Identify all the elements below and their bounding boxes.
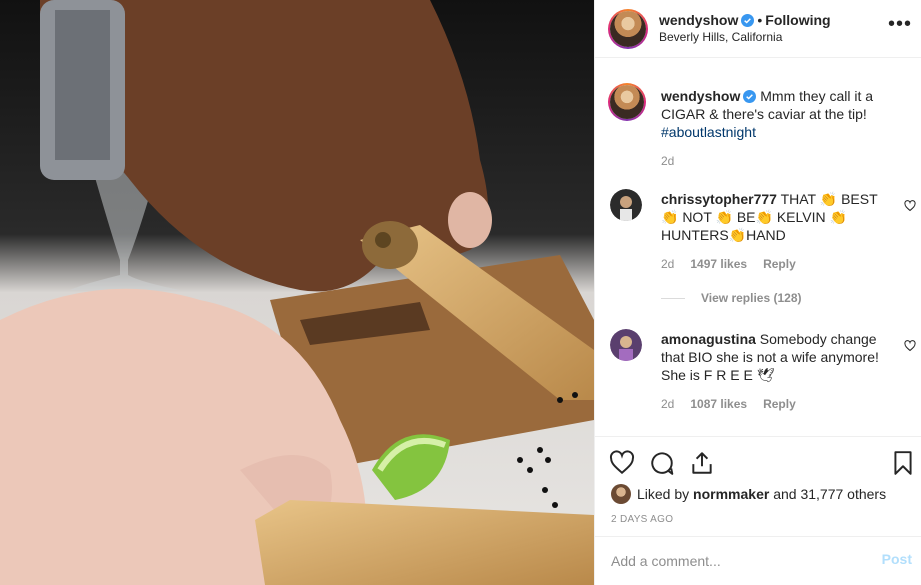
post-photo[interactable] [0,0,594,585]
more-dots-icon[interactable]: ••• [888,14,912,34]
comment-bubble-icon[interactable] [649,450,675,476]
comment-item: amonagustina Somebody change that BIO sh… [661,330,893,384]
header-user-line: wendyshow • Following [659,12,831,30]
author-username[interactable]: wendyshow [659,12,738,28]
following-button[interactable]: Following [765,12,830,28]
likes-summary[interactable]: Liked by normmaker and 31,777 others [611,484,886,504]
comment-time[interactable]: 2d [661,397,674,411]
bookmark-icon[interactable] [890,450,916,476]
post-date: 2 DAYS AGO [611,514,674,525]
post-location[interactable]: Beverly Hills, California [659,30,782,44]
post-photo-image [0,0,594,585]
liker-username[interactable]: normmaker [693,486,769,502]
likes-prefix: Liked by [637,486,694,502]
separator-dot: • [757,12,763,28]
comment-likes[interactable]: 1087 likes [690,397,747,411]
share-icon[interactable] [689,450,715,476]
comment-username[interactable]: amonagustina [661,331,756,347]
post-detail-panel: wendyshow • Following Beverly Hills, Calif… [594,0,921,585]
comment-like-heart-icon[interactable] [904,200,916,212]
action-bar [595,436,921,486]
author-avatar[interactable] [608,9,648,49]
comments-list[interactable]: wendyshow Mmm they call it a CIGAR & the… [595,59,921,436]
post-header: wendyshow • Following Beverly Hills, Calif… [595,0,921,58]
comment-username[interactable]: chrissytopher777 [661,191,777,207]
caption-time[interactable]: 2d [661,154,674,168]
liker-avatar [611,484,631,504]
comment-avatar[interactable] [610,329,642,361]
comment-reply-button[interactable]: Reply [763,257,796,271]
comment-likes[interactable]: 1497 likes [690,257,747,271]
comment-avatar[interactable] [610,189,642,221]
caption-avatar[interactable] [608,83,646,121]
verified-badge-icon [743,90,757,103]
caption: wendyshow Mmm they call it a CIGAR & the… [661,87,907,141]
comment-time[interactable]: 2d [661,257,674,271]
view-replies-button[interactable]: View replies (128) [661,291,802,305]
caption-hashtag[interactable]: #aboutlastnight [661,124,756,140]
comment-reply-button[interactable]: Reply [763,397,796,411]
comment-item: chrissytopher777 THAT 👏 BEST 👏 NOT 👏 BE👏… [661,190,893,244]
post-button[interactable]: Post [882,551,912,567]
add-comment-bar: Post [595,536,921,585]
verified-badge-icon [741,14,755,27]
comment-meta: 2d 1087 likes Reply [661,397,796,411]
comment-like-heart-icon[interactable] [904,340,916,352]
comment-input[interactable] [611,551,861,571]
view-replies-line [661,298,685,300]
like-heart-icon[interactable] [609,450,635,476]
caption-username[interactable]: wendyshow [661,88,740,104]
likes-suffix[interactable]: and 31,777 others [769,486,886,502]
comment-meta: 2d 1497 likes Reply [661,257,796,271]
view-replies-label: View replies (128) [701,291,802,305]
